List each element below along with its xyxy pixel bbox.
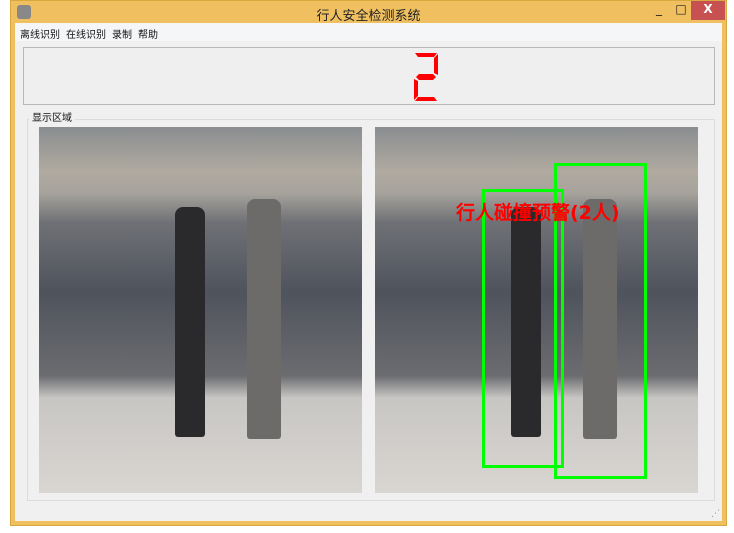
detection-video-frame: 行人碰撞预警(2人) [375, 127, 698, 493]
menu-record[interactable]: 录制 [111, 23, 137, 41]
minimize-button[interactable]: _ [649, 1, 669, 20]
seven-segment-digit-2 [414, 53, 438, 101]
window-title: 行人安全检测系统 [316, 9, 421, 24]
pedestrian-1 [175, 207, 205, 437]
main-window: 行人安全检测系统 _ □ X 离线识别 在线识别 录制 帮助 显示区域 行人碰撞… [10, 0, 727, 526]
maximize-button[interactable]: □ [671, 1, 691, 20]
original-video-frame [39, 127, 362, 493]
pedestrian-2 [247, 199, 281, 439]
menu-offline-recognition[interactable]: 离线识别 [19, 23, 65, 41]
display-area-label: 显示区域 [29, 109, 75, 124]
menu-online-recognition[interactable]: 在线识别 [65, 23, 111, 41]
client-area: 离线识别 在线识别 录制 帮助 显示区域 行人碰撞预警(2人) ⋰ [15, 23, 722, 521]
menu-help[interactable]: 帮助 [137, 23, 163, 41]
resize-grip[interactable]: ⋰ [711, 509, 720, 519]
detection-box-1 [482, 189, 564, 468]
menu-bar: 离线识别 在线识别 录制 帮助 [15, 23, 722, 41]
close-button[interactable]: X [691, 1, 725, 20]
title-bar[interactable]: 行人安全检测系统 _ □ X [11, 1, 726, 24]
pedestrian-count-display [23, 47, 715, 105]
collision-warning-label: 行人碰撞预警(2人) [456, 202, 620, 224]
